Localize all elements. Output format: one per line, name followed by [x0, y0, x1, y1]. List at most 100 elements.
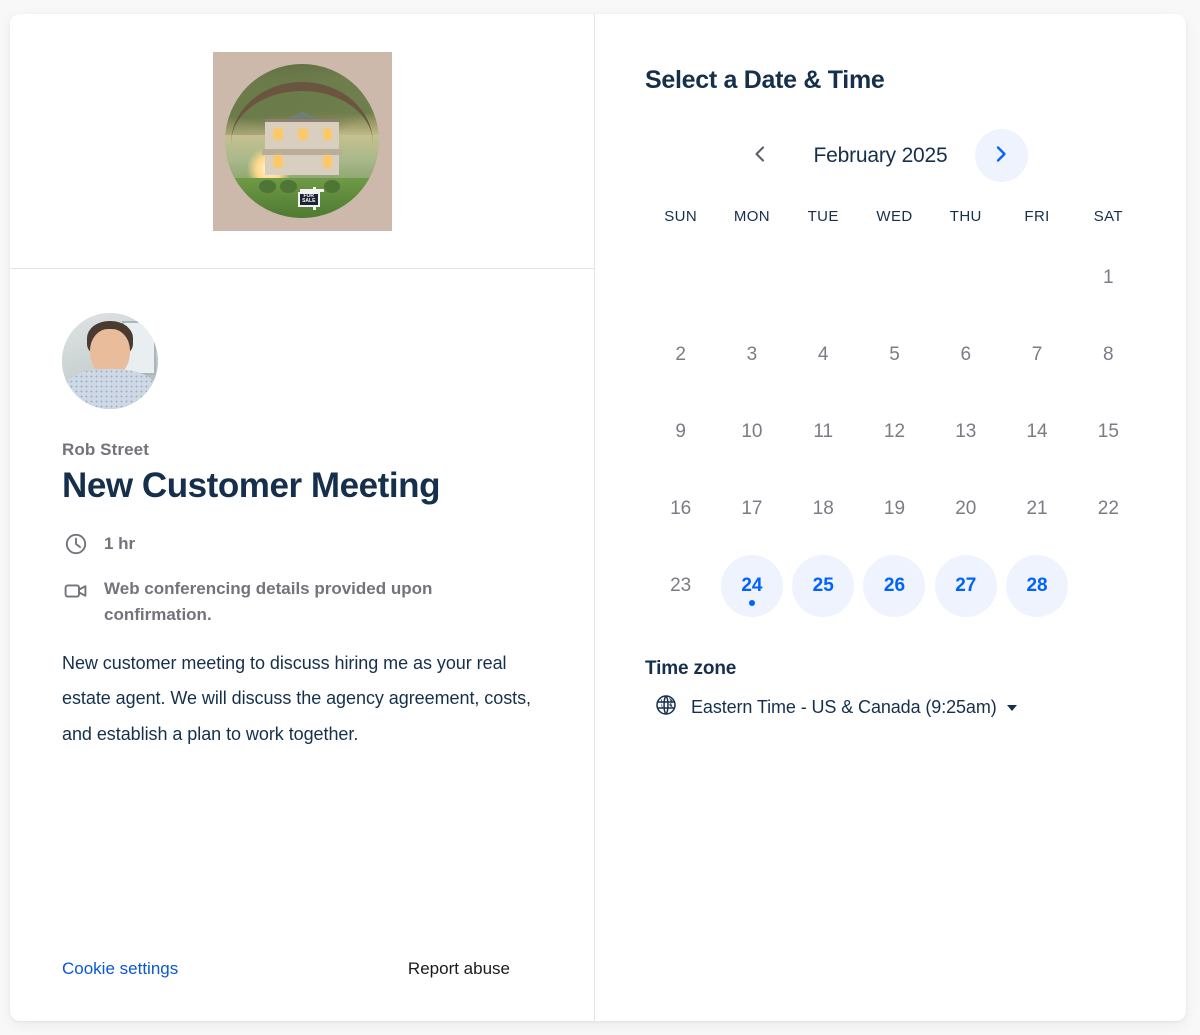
weekday-label-thu: THU: [930, 208, 1001, 225]
calendar-day-number: 24: [741, 575, 762, 597]
cookie-settings-link[interactable]: Cookie settings: [62, 959, 178, 979]
event-description: New customer meeting to discuss hiring m…: [62, 646, 542, 752]
event-location-row: Web conferencing details provided upon c…: [62, 576, 542, 628]
event-location-label: Web conferencing details provided upon c…: [104, 576, 539, 628]
house-window: [274, 156, 282, 167]
calendar-day-5: 5: [863, 324, 925, 386]
event-details-panel: FOR SALE Rob Street New Customer Meeting: [10, 14, 595, 1021]
globe-icon: [655, 694, 677, 721]
avatar: [62, 313, 158, 409]
calendar-day-4: 4: [792, 324, 854, 386]
calendar-day-cell: 1: [1073, 239, 1144, 316]
calendar-day-number: 18: [813, 498, 834, 520]
calendar-day-6: 6: [935, 324, 997, 386]
calendar-day-number: 7: [1032, 344, 1043, 366]
timezone-value: Eastern Time - US & Canada (9:25am): [691, 697, 997, 718]
calendar-day-number: 9: [675, 421, 686, 443]
calendar-day-number: 8: [1103, 344, 1114, 366]
calendar-blank-cell: [788, 239, 859, 316]
host-name: Rob Street: [62, 440, 542, 460]
calendar-day-cell: 7: [1001, 316, 1072, 393]
calendar-day-number: 5: [889, 344, 900, 366]
for-sale-sign: FOR SALE: [297, 187, 328, 210]
calendar-day-26[interactable]: 26: [863, 555, 925, 617]
calendar-blank-cell: [716, 239, 787, 316]
calendar-blank-cell: [859, 239, 930, 316]
booking-page: FOR SALE Rob Street New Customer Meeting: [0, 0, 1200, 1035]
calendar-day-number: 13: [955, 421, 976, 443]
event-duration-label: 1 hr: [104, 531, 135, 557]
calendar-day-12: 12: [863, 401, 925, 463]
calendar-day-cell: 4: [788, 316, 859, 393]
calendar-day-2: 2: [650, 324, 712, 386]
calendar-day-28[interactable]: 28: [1006, 555, 1068, 617]
calendar-day-number: 3: [747, 344, 758, 366]
calendar-day-number: 1: [1103, 267, 1114, 289]
calendar-day-14: 14: [1006, 401, 1068, 463]
calendar-day-number: 25: [813, 575, 834, 597]
left-footer: Cookie settings Report abuse: [62, 959, 542, 979]
event-duration-row: 1 hr: [62, 531, 542, 558]
chevron-left-icon: [749, 143, 771, 168]
house-porch: [262, 149, 342, 155]
chevron-down-icon: [1007, 705, 1017, 711]
calendar-day-number: 4: [818, 344, 829, 366]
calendar-day-cell: 3: [716, 316, 787, 393]
next-month-button[interactable]: [975, 129, 1028, 182]
calendar-day-19: 19: [863, 478, 925, 540]
brand-logo-image: FOR SALE: [213, 52, 392, 231]
calendar-day-cell: 13: [930, 393, 1001, 470]
weekday-label-mon: MON: [716, 208, 787, 225]
weekday-label-wed: WED: [859, 208, 930, 225]
timezone-selector[interactable]: Eastern Time - US & Canada (9:25am): [645, 694, 1144, 721]
calendar-day-number: 12: [884, 421, 905, 443]
calendar-day-cell: 26: [859, 547, 930, 624]
calendar-day-number: 26: [884, 575, 905, 597]
report-abuse-link[interactable]: Report abuse: [408, 959, 510, 979]
page-title: New Customer Meeting: [62, 466, 542, 505]
today-indicator-dot: [749, 600, 755, 606]
calendar-day-number: 27: [955, 575, 976, 597]
calendar-day-27[interactable]: 27: [935, 555, 997, 617]
select-date-time-heading: Select a Date & Time: [645, 66, 1144, 95]
calendar-day-cell: 5: [859, 316, 930, 393]
calendar-blank-cell: [930, 239, 1001, 316]
current-month-label: February 2025: [791, 144, 971, 168]
previous-month-button[interactable]: [734, 129, 787, 182]
house-window: [299, 129, 307, 140]
calendar-day-number: 10: [741, 421, 762, 443]
calendar-day-grid: 1234567891011121314151617181920212223242…: [645, 239, 1144, 624]
calendar-day-cell: 18: [788, 470, 859, 547]
calendar-day-25[interactable]: 25: [792, 555, 854, 617]
calendar-day-cell: 22: [1073, 470, 1144, 547]
calendar-day-3: 3: [721, 324, 783, 386]
calendar-blank-cell: [1001, 239, 1072, 316]
calendar-day-number: 11: [813, 421, 833, 443]
calendar-day-number: 28: [1026, 575, 1047, 597]
sign-board-text: FOR SALE: [298, 192, 320, 206]
calendar-day-number: 17: [741, 498, 762, 520]
calendar-day-number: 6: [960, 344, 971, 366]
weekday-label-fri: FRI: [1001, 208, 1072, 225]
calendar-day-cell: 9: [645, 393, 716, 470]
calendar-day-cell: 12: [859, 393, 930, 470]
video-camera-icon: [62, 577, 90, 605]
calendar-day-cell: 15: [1073, 393, 1144, 470]
calendar-day-number: 23: [670, 575, 691, 597]
avatar-shirt: [64, 369, 156, 409]
calendar-day-number: 21: [1026, 498, 1047, 520]
shrub: [259, 180, 276, 194]
event-details-body: Rob Street New Customer Meeting 1 hr: [10, 269, 594, 1021]
calendar-day-1: 1: [1077, 247, 1139, 309]
calendar-day-24[interactable]: 24: [721, 555, 783, 617]
calendar-day-cell: 6: [930, 316, 1001, 393]
calendar-day-number: 14: [1026, 421, 1047, 443]
calendar-day-cell: 10: [716, 393, 787, 470]
calendar-day-cell: 11: [788, 393, 859, 470]
clock-icon: [62, 530, 90, 558]
calendar-day-cell: 27: [930, 547, 1001, 624]
calendar-day-cell: 2: [645, 316, 716, 393]
event-meta-list: 1 hr Web conferencing details provided u…: [62, 531, 542, 628]
calendar-day-cell: 23: [645, 547, 716, 624]
weekday-label-tue: TUE: [788, 208, 859, 225]
